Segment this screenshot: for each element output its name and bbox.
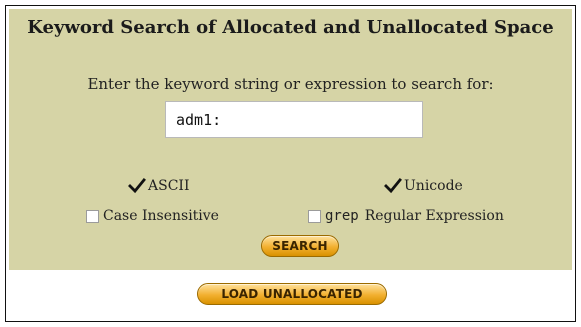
ascii-label: ASCII — [148, 178, 190, 194]
case-insensitive-option[interactable]: Case Insensitive — [86, 208, 219, 224]
grep-label: Regular Expression — [364, 208, 504, 224]
unicode-checkbox[interactable] — [384, 178, 402, 194]
checkmark-icon — [384, 178, 402, 194]
keyword-search-panel: Keyword Search of Allocated and Unalloca… — [9, 9, 572, 270]
checkmark-icon — [128, 178, 146, 194]
case-insensitive-checkbox[interactable] — [86, 209, 99, 223]
case-insensitive-label: Case Insensitive — [103, 208, 219, 224]
grep-label-prefix: grep — [325, 208, 359, 224]
load-unallocated-button[interactable]: Load Unallocated — [197, 283, 387, 305]
keyword-input[interactable] — [165, 101, 423, 138]
unicode-label: Unicode — [404, 178, 463, 194]
ascii-option[interactable]: ASCII — [128, 178, 189, 194]
grep-option[interactable]: grep Regular Expression — [308, 208, 504, 224]
grep-checkbox[interactable] — [308, 209, 321, 223]
page-title: Keyword Search of Allocated and Unalloca… — [27, 17, 554, 38]
unicode-option[interactable]: Unicode — [384, 178, 463, 194]
search-prompt: Enter the keyword string or expression t… — [87, 75, 494, 93]
search-button[interactable]: Search — [261, 235, 339, 257]
ascii-checkbox[interactable] — [128, 178, 146, 194]
